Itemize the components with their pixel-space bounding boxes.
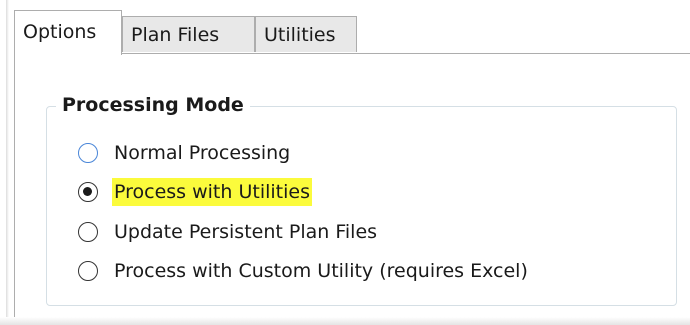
left-shadow-edge [6,0,9,325]
tab-plan-files[interactable]: Plan Files [122,16,255,52]
radio-process-with-utilities[interactable]: Process with Utilities [78,177,312,207]
radio-label: Update Persistent Plan Files [114,221,378,243]
radio-unchecked-icon[interactable] [78,143,98,163]
tab-utilities[interactable]: Utilities [255,16,357,52]
radio-label: Process with Custom Utility (requires Ex… [114,260,528,282]
tab-strip: Options Plan Files Utilities [14,10,690,55]
processing-mode-title: Processing Mode [56,92,250,118]
radio-label-highlighted: Process with Utilities [112,178,312,206]
radio-unchecked-icon[interactable] [78,261,98,281]
radio-unchecked-icon[interactable] [78,222,98,242]
radio-update-persistent-plan-files[interactable]: Update Persistent Plan Files [78,217,377,247]
radio-checked-icon[interactable] [78,182,98,202]
radio-process-with-custom-utility[interactable]: Process with Custom Utility (requires Ex… [78,256,528,286]
radio-normal-processing[interactable]: Normal Processing [78,138,290,168]
tab-options[interactable]: Options [14,10,122,55]
radio-label: Normal Processing [114,142,291,164]
bottom-shadow [0,317,690,325]
